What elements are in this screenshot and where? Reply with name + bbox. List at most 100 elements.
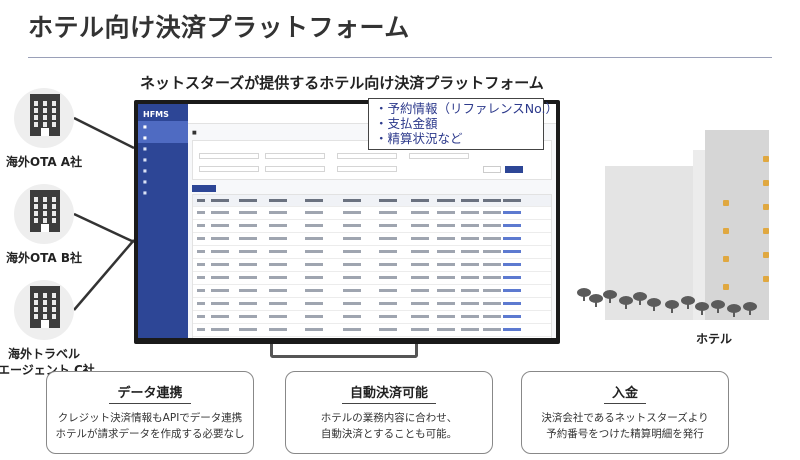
table-cell [305, 224, 323, 227]
table-cell [503, 224, 521, 227]
hotel-building-right [705, 130, 769, 320]
table-cell [269, 328, 287, 331]
table-cell [343, 276, 361, 279]
company-label: 海外OTA A社 [5, 155, 83, 169]
table-cell [437, 302, 455, 305]
table-row [193, 220, 551, 233]
table-cell [437, 224, 455, 227]
table-cell [503, 276, 521, 279]
company-ota-b: 海外OTA B社 [0, 184, 88, 266]
hotel-window [723, 256, 729, 262]
tree-trunk [653, 305, 655, 311]
tree-trunk [749, 309, 751, 315]
table-cell [197, 263, 205, 266]
table-cell [437, 289, 455, 292]
table-cell [211, 250, 229, 253]
feature-text: 予約番号をつけた精算明細を発行 [546, 428, 704, 440]
hotel-window [723, 200, 729, 206]
reservation-table [192, 194, 552, 338]
table-cell [239, 250, 257, 253]
table-cell [461, 289, 479, 292]
table-cell [239, 224, 257, 227]
hotel-window [763, 252, 769, 258]
table-cell [503, 263, 521, 266]
sidebar-item: ■ [143, 179, 147, 184]
app-sidebar: HFMS ■ ■ ■ ■ ■ ■ ■ [138, 104, 188, 338]
table-cell [343, 289, 361, 292]
company-label-line1: 海外トラベル [7, 347, 80, 361]
hotel-label: ホテル [696, 332, 733, 346]
table-cell [305, 302, 323, 305]
tree-trunk [687, 303, 689, 309]
table-cell [343, 250, 361, 253]
company-a-circle [14, 88, 74, 148]
table-cell [239, 276, 257, 279]
table-cell [411, 328, 429, 331]
table-cell [269, 237, 287, 240]
table-cell [411, 289, 429, 292]
table-cell [483, 302, 501, 305]
table-cell [461, 263, 479, 266]
table-cell [197, 237, 205, 240]
table-cell [239, 263, 257, 266]
table-cell [269, 250, 287, 253]
filter-input [265, 153, 325, 159]
tree-trunk [609, 297, 611, 303]
table-row [193, 285, 551, 298]
table-cell [379, 315, 397, 318]
table-cell [461, 211, 479, 214]
table-cell [437, 237, 455, 240]
table-cell [305, 328, 323, 331]
table-cell [379, 250, 397, 253]
company-label: 海外OTA B社 [5, 251, 83, 265]
filter-input [337, 166, 397, 172]
building-door [41, 128, 49, 136]
tree-trunk [671, 307, 673, 313]
table-cell [411, 199, 429, 202]
table-row [193, 298, 551, 311]
search-button [505, 166, 523, 173]
feature-text: 自動決済とすることも可能。 [320, 428, 458, 440]
hotel-window [763, 156, 769, 162]
data-callout: ・予約情報（リファレンスNo.） ・支払金額 ・精算状況など [368, 98, 558, 150]
company-ota-a: 海外OTA A社 [0, 88, 88, 170]
feature-box-deposit: 入金 決済会社であるネットスターズより 予約番号をつけた精算明細を発行 [521, 371, 729, 454]
table-cell [239, 237, 257, 240]
table-cell [343, 224, 361, 227]
feature-text: ホテルが請求データを作成する必要なし [55, 428, 245, 440]
table-cell [461, 237, 479, 240]
table-cell [461, 276, 479, 279]
sidebar-item-active: ■ [138, 121, 188, 132]
hotel-window [763, 276, 769, 282]
table-cell [379, 328, 397, 331]
table-cell [411, 302, 429, 305]
table-cell [211, 328, 229, 331]
table-row [193, 324, 551, 337]
table-cell [197, 302, 205, 305]
table-cell [461, 199, 479, 202]
table-cell [503, 289, 521, 292]
table-cell [483, 328, 501, 331]
hotel-window [723, 284, 729, 290]
table-cell [343, 237, 361, 240]
table-cell [411, 263, 429, 266]
tree-trunk [701, 309, 703, 315]
table-toolbar [192, 184, 552, 194]
table-cell [379, 276, 397, 279]
table-cell [197, 289, 205, 292]
table-cell [437, 263, 455, 266]
table-cell [461, 302, 479, 305]
table-cell [483, 263, 501, 266]
app-main: ■ [192, 126, 552, 338]
table-cell [379, 302, 397, 305]
table-cell [269, 315, 287, 318]
sidebar-item: ■ [143, 157, 147, 162]
table-cell [483, 199, 501, 202]
tree-trunk [625, 303, 627, 309]
table-cell [379, 211, 397, 214]
table-cell [437, 199, 455, 202]
table-cell [239, 315, 257, 318]
table-cell [437, 315, 455, 318]
table-cell [483, 315, 501, 318]
table-cell [437, 250, 455, 253]
